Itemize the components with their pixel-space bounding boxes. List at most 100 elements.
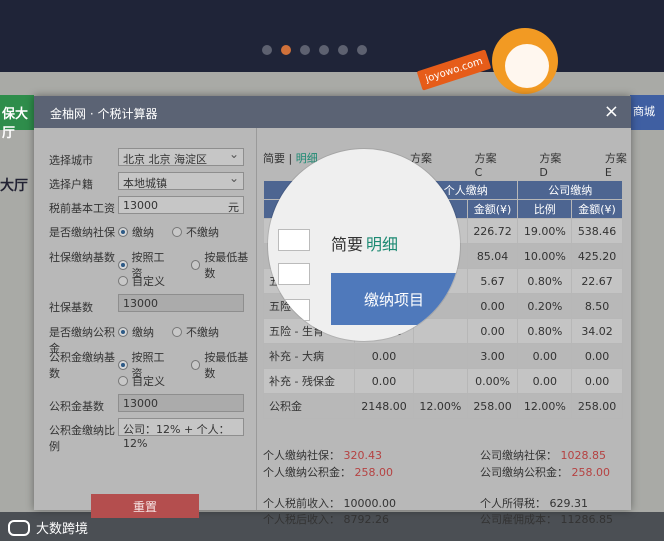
city-select[interactable]: 北京 北京 海淀区 [118, 147, 244, 166]
carousel-dot-1[interactable] [262, 45, 272, 55]
fund-no-radio[interactable]: 不缴纳 [172, 324, 219, 340]
salary-row: 税前基本工资 [49, 200, 119, 216]
cell: 0.20% [517, 293, 573, 319]
fund-base-input-label: 公积金基数 [49, 400, 104, 413]
salary-unit: 元 [228, 201, 239, 214]
social-base-row: 社保缴纳基数 [49, 249, 119, 265]
fund-base-custom-radio[interactable]: 自定义 [118, 373, 165, 389]
plan-tab-d[interactable]: 方案D [539, 150, 566, 179]
cell: 34.02 [571, 318, 623, 344]
fund-base-custom-label: 自定义 [132, 375, 165, 388]
fund-base-input[interactable]: 13000 [118, 394, 244, 412]
modal-header: 金柚网 · 个税计算器 × [34, 96, 631, 128]
pre-tax-value: 10000.00 [343, 497, 397, 510]
table-row: 补充 - 大病 0.00 3.00 0.00 0.00 [263, 343, 623, 369]
plan-tabs: 方案B 方案C 方案D 方案E [410, 150, 631, 179]
cell: 12.00% [517, 393, 573, 419]
cell: 5.67 [466, 268, 519, 294]
after-tax-label: 个人税后收入： [263, 513, 340, 526]
cell [413, 343, 468, 369]
salary-label: 税前基本工资 [49, 202, 115, 215]
cell: 补充 - 大病 [263, 343, 355, 369]
social-no-radio[interactable]: 不缴纳 [172, 224, 219, 240]
radio-on-icon [118, 327, 128, 337]
carousel-dot-5[interactable] [338, 45, 348, 55]
radio-off-icon [172, 327, 182, 337]
cell [413, 368, 468, 394]
reset-button[interactable]: 重置 [91, 494, 199, 518]
company-fund-value: 258.00 [571, 466, 611, 479]
fund-base-min-radio[interactable]: 按最低基数 [190, 349, 256, 381]
social-yes-label: 缴纳 [132, 226, 154, 239]
base-min-radio[interactable]: 按最低基数 [190, 249, 256, 281]
base-custom-radio[interactable]: 自定义 [118, 273, 165, 289]
social-base-input-label: 社保基数 [49, 301, 93, 314]
hukou-label: 选择户籍 [49, 178, 93, 191]
fund-yes-label: 缴纳 [132, 326, 154, 339]
mascot-face [505, 44, 549, 88]
social-base-input-row: 社保基数 [49, 299, 119, 315]
magnifier-overlay: 简要 明细 缴纳项目 [268, 149, 460, 341]
radio-on-icon [118, 260, 128, 270]
fund-ratio-input[interactable]: 公司：12% + 个人：12% [118, 418, 244, 450]
city-row: 选择城市 [49, 152, 119, 168]
fund-custom-radio-row: 自定义 [118, 373, 165, 389]
carousel-dot-4[interactable] [319, 45, 329, 55]
top-banner [0, 0, 664, 72]
view-tabs: 简要 | 明细 [263, 150, 318, 166]
left-note: 大厅 [0, 178, 28, 194]
cell: 0.00 [517, 368, 573, 394]
fund-base-input-row: 公积金基数 [49, 398, 119, 414]
social-base-input[interactable]: 13000 [118, 294, 244, 312]
magnified-header-bar: 缴纳项目 [331, 273, 457, 325]
cell: 0.00 [354, 368, 414, 394]
cell: 0.00% [466, 368, 519, 394]
personal-social-value: 320.43 [343, 449, 383, 462]
fund-yes-radio[interactable]: 缴纳 [118, 324, 154, 340]
company-fund-summary: 公司缴纳公积金： 258.00 [480, 464, 610, 480]
plan-tab-c[interactable]: 方案C [475, 150, 502, 179]
cell: 2148.00 [354, 393, 414, 419]
close-icon[interactable]: × [604, 101, 619, 122]
cell: 538.46 [571, 218, 623, 244]
fund-pay-radios: 缴纳 不缴纳 [118, 324, 219, 340]
tab-separator: | [288, 152, 293, 165]
social-pay-row: 是否缴纳社保 [49, 224, 119, 240]
watermark-icon [8, 519, 30, 536]
cell: 22.67 [571, 268, 623, 294]
right-badge: 商城 [630, 95, 664, 130]
base-min-label: 按最低基数 [204, 251, 249, 280]
table-row: 公积金 2148.00 12.00% 258.00 12.00% 258.00 [263, 393, 623, 419]
fund-base-row: 公积金缴纳基数 [49, 349, 119, 381]
carousel-dot-3[interactable] [300, 45, 310, 55]
fund-base-label: 公积金缴纳基数 [49, 351, 115, 380]
social-yes-radio[interactable]: 缴纳 [118, 224, 154, 240]
radio-off-icon [190, 360, 201, 370]
plan-tab-e[interactable]: 方案E [605, 150, 631, 179]
cell: 0.80% [517, 318, 573, 344]
cell: 0.00 [466, 318, 519, 344]
pre-tax-summary: 个人税前收入： 10000.00 [263, 495, 396, 511]
tab-brief[interactable]: 简要 [263, 152, 285, 165]
salary-input[interactable]: 13000 元 [118, 196, 244, 214]
income-tax-label: 个人所得税： [480, 497, 546, 510]
input-panel: 选择城市 北京 北京 海淀区 选择户籍 本地城镇 税前基本工资 13000 元 … [34, 128, 256, 518]
radio-off-icon [172, 227, 182, 237]
cell: 0.80% [517, 268, 573, 294]
after-tax-value: 8792.26 [343, 513, 390, 526]
carousel-dot-6[interactable] [357, 45, 367, 55]
base-custom-label: 自定义 [132, 275, 165, 288]
fund-ratio-row: 公积金缴纳比例 [49, 422, 119, 454]
cell: 8.50 [571, 293, 623, 319]
social-pay-radios: 缴纳 不缴纳 [118, 224, 219, 240]
radio-off-icon [118, 276, 128, 286]
cell: 258.00 [466, 393, 519, 419]
magnified-select [278, 299, 310, 321]
cell: 10.00% [517, 243, 573, 269]
carousel-dots[interactable] [262, 45, 367, 55]
carousel-dot-2[interactable] [281, 45, 291, 55]
personal-social-label: 个人缴纳社保： [263, 449, 340, 462]
income-tax-value: 629.31 [549, 497, 589, 510]
hukou-select[interactable]: 本地城镇 [118, 171, 244, 190]
personal-fund-label: 个人缴纳公积金： [263, 466, 351, 479]
